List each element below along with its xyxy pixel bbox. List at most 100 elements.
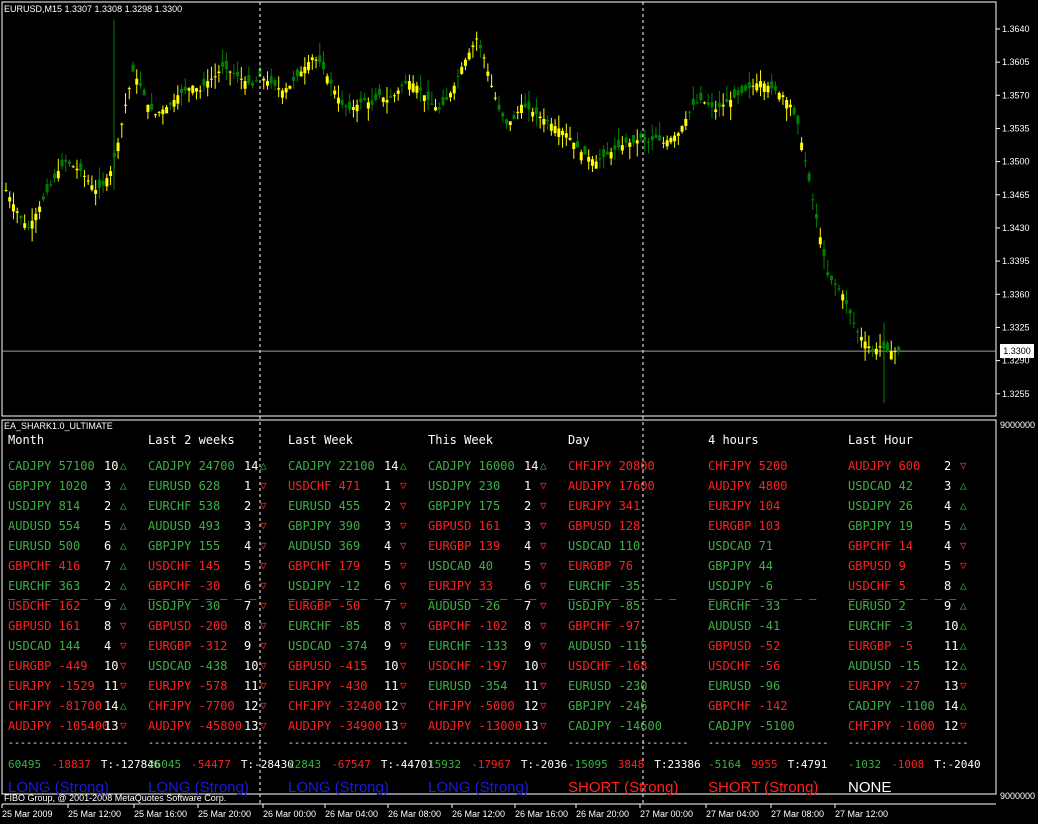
triangle-up-icon: △ (120, 519, 127, 532)
column-header: Last Hour (848, 433, 914, 447)
pair-value: CHFJPY -7700 (148, 699, 235, 713)
rank-value: 13 (104, 719, 119, 733)
candle-body (717, 102, 721, 108)
rank-value: 14 (944, 699, 959, 713)
candle-body (176, 95, 180, 104)
candle-body (217, 71, 221, 74)
pair-value: EURJPY -27 (848, 679, 921, 693)
pair-value: USDJPY 230 (428, 479, 501, 493)
price-tick-label: 1.3255 (1002, 389, 1030, 399)
candle-body (41, 196, 45, 200)
rank-value: 9 (244, 639, 252, 653)
pair-value: USDCHF 145 (148, 559, 221, 573)
candle-body (120, 123, 124, 125)
triangle-down-icon: ▽ (400, 559, 407, 572)
candle-body (732, 89, 736, 98)
pair-value: EURJPY -430 (288, 679, 368, 693)
candle-body (94, 190, 98, 194)
price-tick-label: 1.3570 (1002, 90, 1030, 100)
pair-value: EURUSD 628 (148, 479, 221, 493)
candle-body (333, 90, 337, 95)
triangle-down-icon: ▽ (400, 619, 407, 632)
triangle-down-icon: ▽ (960, 719, 967, 732)
candle-body (661, 142, 665, 144)
candle-body (385, 100, 389, 103)
candle-body (773, 86, 777, 91)
rank-value: 11 (384, 679, 399, 693)
mid-separator: _ _ _ _ _ _ _ _ (8, 586, 117, 600)
rank-value: 10 (244, 659, 259, 673)
rank-value: 8 (384, 619, 392, 633)
candle-body (706, 102, 710, 105)
pair-value: GBPUSD 128 (568, 519, 641, 533)
candle-body (262, 78, 266, 81)
candle-body (11, 204, 15, 212)
pair-value: CHFJPY -1600 (848, 719, 935, 733)
candle-body (463, 59, 467, 66)
pair-value: EURUSD 455 (288, 499, 361, 513)
candle-body (71, 166, 75, 168)
candle-body (378, 88, 382, 96)
candle-body (710, 102, 714, 108)
triangle-down-icon: ▽ (120, 679, 127, 692)
pair-value: USDCHF -168 (568, 659, 648, 673)
candle-body (646, 141, 650, 143)
candle-body (770, 81, 774, 89)
candle-body (180, 88, 184, 93)
triangle-down-icon: ▽ (260, 499, 267, 512)
candle-body (307, 62, 311, 71)
candle-body (803, 160, 807, 162)
total-part: 15932 (428, 758, 462, 771)
pair-value: USDCAD -438 (148, 659, 228, 673)
price-tick-label: 1.3535 (1002, 123, 1030, 133)
rank-value: 5 (524, 559, 532, 573)
triangle-up-icon: △ (120, 699, 127, 712)
triangle-down-icon: ▽ (540, 479, 547, 492)
candle-body (886, 343, 890, 352)
candle-body (336, 97, 340, 104)
time-tick-label: 27 Mar 12:00 (835, 809, 888, 819)
pair-value: GBPCHF 416 (8, 559, 81, 573)
rank-value: 10 (944, 619, 959, 633)
triangle-down-icon: ▽ (400, 539, 407, 552)
candle-body (224, 60, 228, 70)
rank-value: 7 (104, 559, 112, 573)
triangle-down-icon: ▽ (260, 559, 267, 572)
rank-value: 8 (244, 619, 252, 633)
candle-body (557, 128, 561, 137)
candle-body (508, 121, 512, 126)
candle-body (344, 105, 348, 108)
time-tick-label: 26 Mar 04:00 (325, 809, 378, 819)
candle-body (288, 85, 292, 89)
signal-label: NONE (848, 779, 892, 796)
candle-body (669, 137, 673, 143)
candle-body (497, 104, 501, 110)
pair-value: USDJPY 26 (848, 499, 914, 513)
candle-body (209, 78, 213, 80)
candle-body (688, 111, 692, 113)
rank-value: 14 (524, 459, 539, 473)
candle-body (587, 156, 591, 162)
candle-body (273, 80, 277, 86)
candle-body (572, 142, 576, 149)
pair-value: CHFJPY -32400 (288, 699, 382, 713)
pair-value: CADJPY 24700 (148, 459, 235, 473)
candle-body (437, 107, 441, 110)
rank-value: 2 (524, 499, 532, 513)
candle-body (460, 66, 464, 74)
pair-value: USDCHF 162 (8, 599, 81, 613)
candle-body (49, 184, 53, 186)
rank-value: 11 (524, 679, 539, 693)
candle-body (138, 83, 142, 86)
candle-body (284, 88, 288, 93)
candle-body (265, 81, 269, 86)
candle-body (576, 141, 579, 148)
candle-body (841, 294, 845, 301)
time-tick-label: 25 Mar 20:00 (198, 809, 251, 819)
pair-value: EURUSD 500 (8, 539, 81, 553)
candle-body (64, 159, 68, 162)
candle-body (105, 178, 109, 187)
rank-value: 14 (384, 459, 399, 473)
rank-value: 4 (384, 539, 392, 553)
candle-body (400, 84, 404, 86)
